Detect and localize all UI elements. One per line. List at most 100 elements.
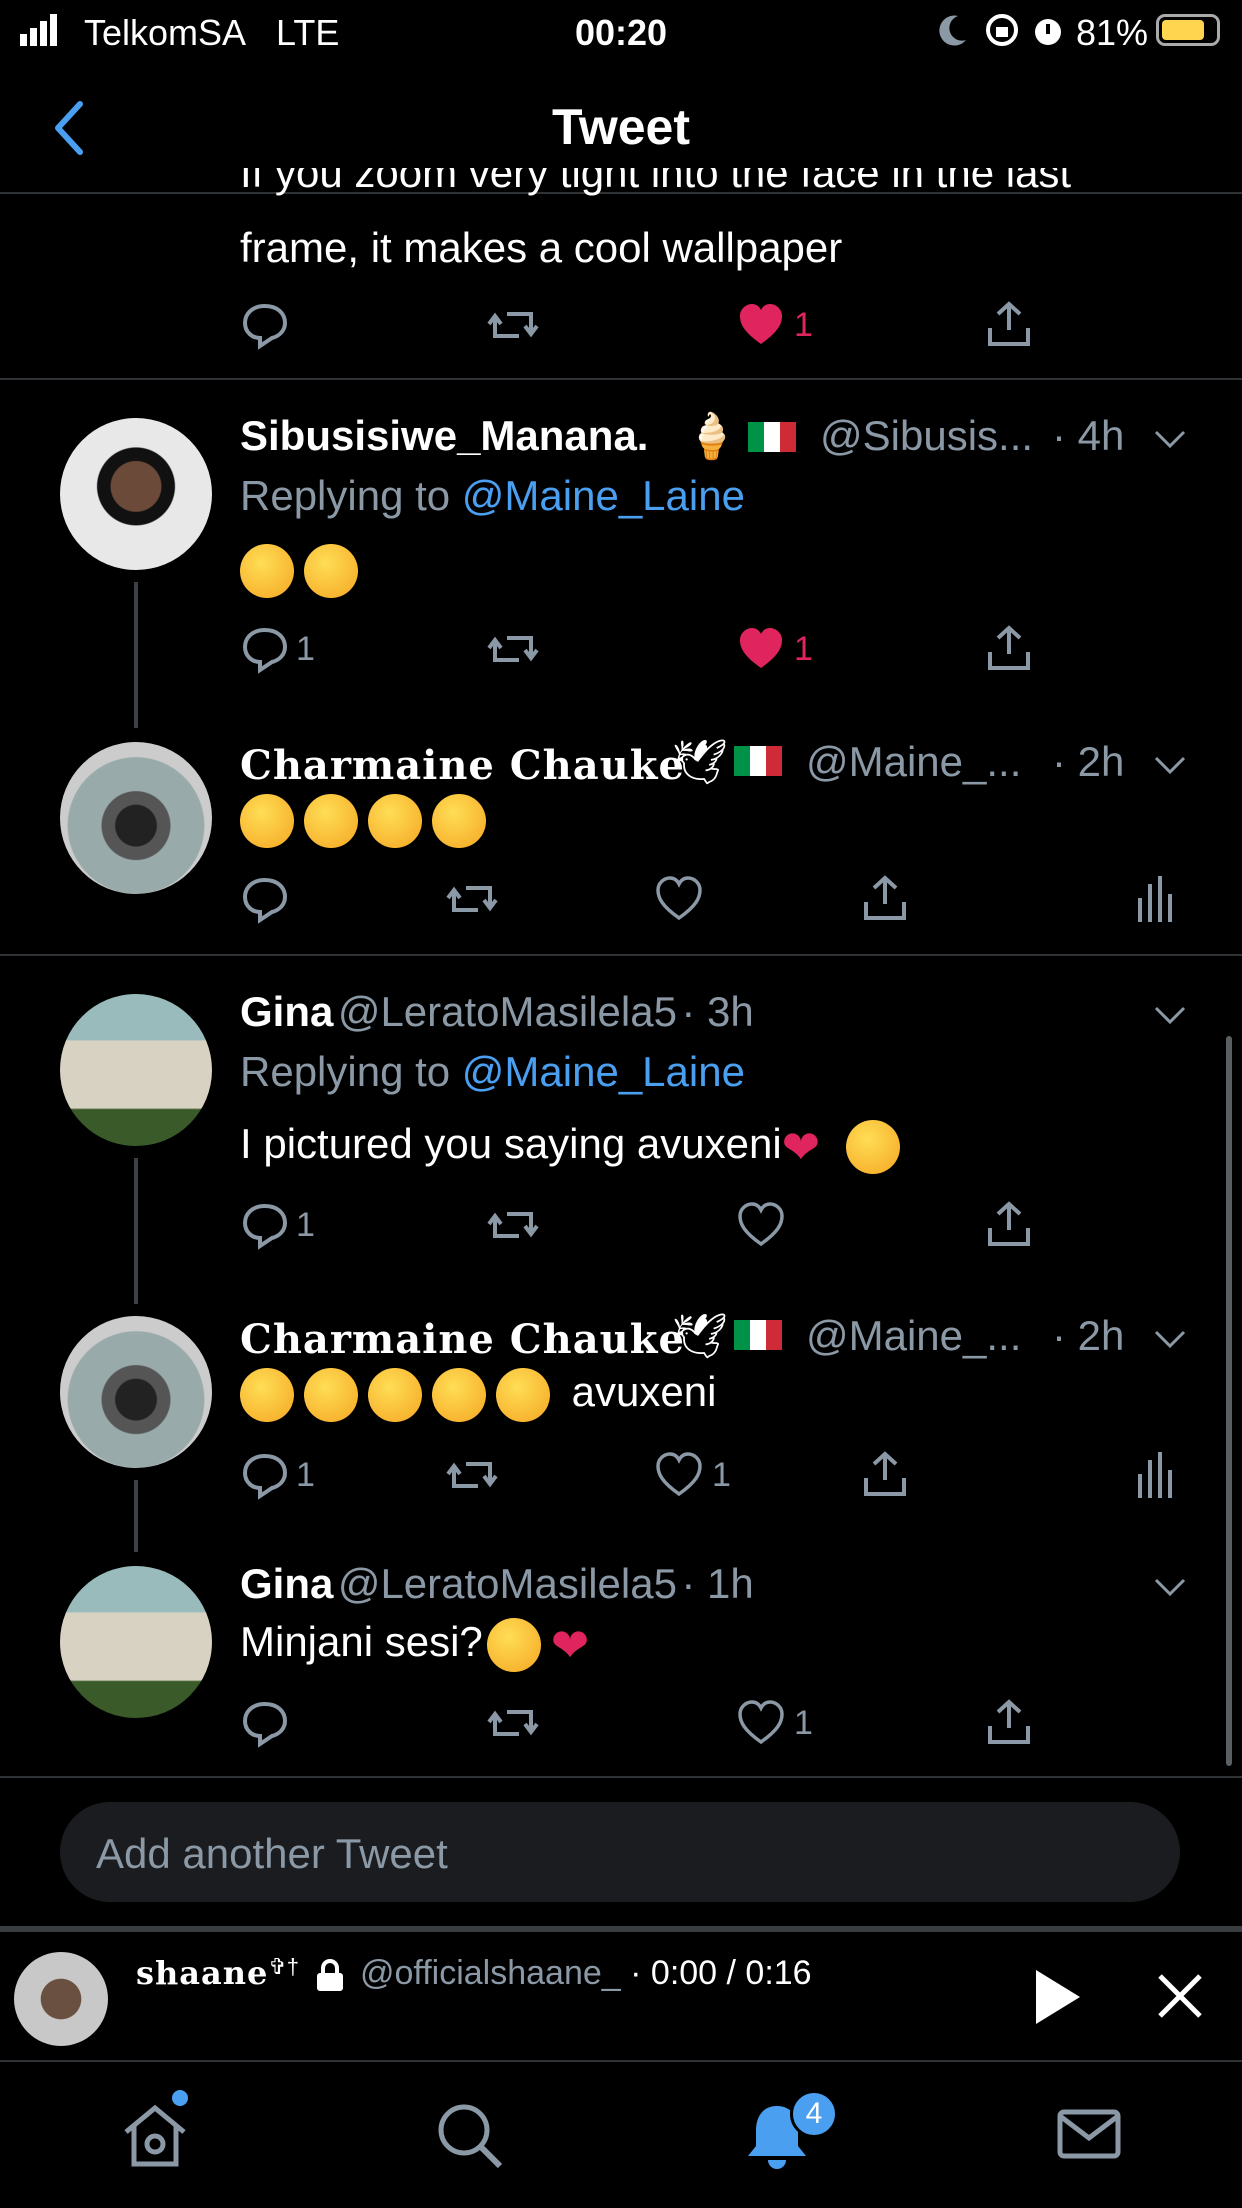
like-icon[interactable] xyxy=(656,876,702,920)
chevron-down-icon[interactable] xyxy=(1152,428,1188,452)
like-count: 1 xyxy=(794,630,813,668)
timestamp: · 4h xyxy=(1052,412,1125,459)
chevron-down-icon[interactable] xyxy=(1152,754,1188,778)
compose-input[interactable]: Add another Tweet xyxy=(60,1802,1180,1902)
like-icon[interactable] xyxy=(738,1700,784,1744)
dove-emoji: 🕊 xyxy=(672,1312,728,1361)
like-count: 1 xyxy=(794,306,813,344)
handle[interactable]: @Maine_... xyxy=(806,1312,1021,1360)
tweet-actions: 1 1 xyxy=(240,624,1040,684)
tears-of-joy-emoji xyxy=(304,1368,358,1422)
retweet-icon[interactable] xyxy=(485,624,541,674)
avatar[interactable] xyxy=(60,1566,212,1718)
display-name[interactable]: Gina xyxy=(240,988,333,1035)
top-tweet-text: frame, it makes a cool wallpaper xyxy=(240,224,843,271)
timestamp: · 2h xyxy=(1052,738,1125,785)
share-icon[interactable] xyxy=(860,1450,910,1500)
smiling-emoji xyxy=(304,794,358,848)
tears-of-joy-emoji xyxy=(240,1368,294,1422)
tweet-actions: 1 xyxy=(240,1200,1040,1260)
avatar[interactable] xyxy=(60,1316,212,1468)
mention-link[interactable]: @Maine_Laine xyxy=(462,472,745,519)
retweet-icon[interactable] xyxy=(485,1698,541,1748)
media-bar[interactable]: shaane✞† @officialshaane_ · 0:00 / 0:16 xyxy=(0,1932,1242,2058)
messages-mail-icon[interactable] xyxy=(1054,2100,1124,2170)
compose-placeholder: Add another Tweet xyxy=(96,1830,448,1877)
display-name[interactable]: Gina xyxy=(240,1560,333,1607)
dove-emoji: 🕊 xyxy=(672,738,728,787)
like-count: 1 xyxy=(712,1456,731,1494)
top-tweet-text-partial: If you zoom very tight into the face in … xyxy=(240,168,1072,196)
red-heart-emoji: ❤ xyxy=(550,1619,590,1671)
handle[interactable]: @Maine_... xyxy=(806,738,1021,786)
reply-icon[interactable] xyxy=(240,300,290,350)
notification-badge: 4 xyxy=(790,2090,838,2138)
divider xyxy=(0,954,1242,956)
tweet-header: Gina @LeratoMasilela5 · 3h xyxy=(240,988,754,1036)
display-name[interactable]: Sibusisiwe_Manana. xyxy=(240,412,648,460)
retweet-icon[interactable] xyxy=(485,1200,541,1250)
tears-of-joy-emoji xyxy=(496,1368,550,1422)
share-icon[interactable] xyxy=(860,874,910,924)
media-progress: · 0:00 / 0:16 xyxy=(630,1954,812,1992)
home-icon[interactable] xyxy=(120,2100,190,2170)
chevron-down-icon[interactable] xyxy=(1152,1328,1188,1352)
share-icon[interactable] xyxy=(984,300,1034,350)
scrollbar[interactable] xyxy=(1226,1036,1232,1766)
play-icon[interactable] xyxy=(1032,1968,1082,2026)
handle[interactable]: @Sibusis... xyxy=(820,412,1033,460)
close-icon[interactable] xyxy=(1156,1972,1204,2020)
red-heart-emoji: ❤ xyxy=(781,1121,821,1173)
handle[interactable]: @LeratoMasilela5 xyxy=(338,988,677,1035)
reply-icon[interactable] xyxy=(240,874,290,924)
display-name[interactable]: Charmaine Chauke xyxy=(240,742,685,789)
italy-flag-icon xyxy=(734,746,782,776)
chevron-down-icon[interactable] xyxy=(1152,1576,1188,1600)
divider xyxy=(0,1776,1242,1778)
media-info: shaane✞† @officialshaane_ · 0:00 / 0:16 xyxy=(136,1954,812,1993)
reply-icon[interactable] xyxy=(240,1698,290,1748)
handle[interactable]: @LeratoMasilela5 xyxy=(338,1560,677,1607)
tweet-emojis xyxy=(240,544,368,598)
avatar[interactable] xyxy=(60,742,212,894)
retweet-icon[interactable] xyxy=(444,1450,500,1500)
rotation-lock-icon xyxy=(986,14,1018,46)
reply-icon[interactable] xyxy=(240,1200,290,1250)
replying-to: Replying to @Maine_Laine xyxy=(240,472,745,519)
heart-eyes-emoji xyxy=(240,544,294,598)
tweet-header: Gina @LeratoMasilela5 · 1h xyxy=(240,1560,754,1608)
reply-icon[interactable] xyxy=(240,1450,290,1500)
retweet-icon[interactable] xyxy=(485,300,541,350)
like-count: 1 xyxy=(794,1704,813,1742)
share-icon[interactable] xyxy=(984,1698,1034,1748)
battery-icon xyxy=(1156,14,1220,46)
tweet-text: avuxeni xyxy=(240,1368,716,1422)
smiling-emoji xyxy=(368,794,422,848)
like-icon[interactable] xyxy=(656,1452,702,1496)
smiling-emoji xyxy=(432,794,486,848)
avatar[interactable] xyxy=(60,418,212,570)
search-icon[interactable] xyxy=(434,2100,504,2170)
tears-of-joy-emoji xyxy=(845,1120,900,1174)
tears-of-joy-emoji xyxy=(486,1618,541,1672)
like-icon-filled[interactable] xyxy=(738,302,784,346)
reply-icon[interactable] xyxy=(240,624,290,674)
mention-link[interactable]: @Maine_Laine xyxy=(462,1048,745,1095)
like-icon[interactable] xyxy=(738,1202,784,1246)
thread-line xyxy=(134,1158,138,1304)
tears-of-joy-emoji xyxy=(368,1368,422,1422)
share-icon[interactable] xyxy=(984,624,1034,674)
avatar[interactable] xyxy=(60,994,212,1146)
status-bar: TelkomSA LTE 00:20 81% xyxy=(0,0,1242,64)
alarm-icon xyxy=(1035,19,1061,45)
display-name[interactable]: Charmaine Chauke xyxy=(240,1316,685,1363)
like-icon-filled[interactable] xyxy=(738,626,784,670)
share-icon[interactable] xyxy=(984,1200,1034,1250)
retweet-icon[interactable] xyxy=(444,874,500,924)
tweet-actions: 1 1 xyxy=(240,1450,1180,1510)
chevron-down-icon[interactable] xyxy=(1152,1004,1188,1028)
analytics-icon[interactable] xyxy=(1134,874,1174,924)
divider xyxy=(0,378,1242,380)
analytics-icon[interactable] xyxy=(1134,1450,1174,1500)
top-tweet-actions: 1 xyxy=(240,300,1040,360)
